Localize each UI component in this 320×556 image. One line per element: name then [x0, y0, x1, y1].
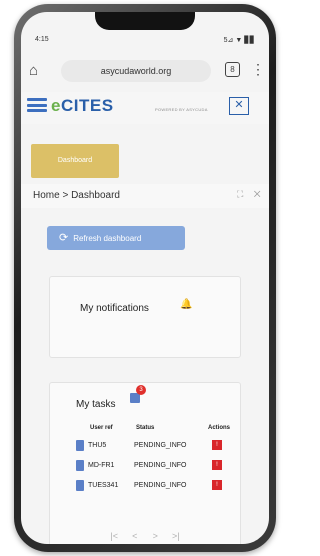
document-icon [76, 480, 84, 491]
logo-subtitle: POWERED BY ASYCUDA [155, 107, 208, 112]
table-row[interactable]: THU5 PENDING_INFO ! [76, 439, 240, 453]
pagination: |< < > >| [50, 531, 240, 541]
breadcrumb[interactable]: Home > Dashboard [33, 190, 120, 201]
table-row[interactable]: TUES341 PENDING_INFO ! [76, 479, 240, 493]
close-icon[interactable]: ✕ [229, 97, 249, 115]
dashboard-button[interactable]: Dashboard [31, 144, 119, 178]
task-status: PENDING_INFO [134, 482, 187, 489]
tasks-card: My tasks 3 User ref Status Actions THU5 … [49, 382, 241, 544]
bell-icon[interactable]: 🔔 [180, 299, 192, 310]
notifications-card: My notifications 🔔 [49, 276, 241, 358]
browser-toolbar: ⌂ asycudaworld.org 8 ⋮ [21, 58, 269, 84]
ecites-logo: eCITES [51, 96, 114, 115]
task-status: PENDING_INFO [134, 462, 187, 469]
status-time: 4:15 [35, 36, 49, 43]
column-user-ref: User ref [90, 425, 113, 431]
browser-menu-icon[interactable]: ⋮ [251, 61, 265, 78]
prev-page-button[interactable]: < [126, 531, 144, 541]
document-icon [76, 440, 84, 451]
refresh-dashboard-button[interactable]: ⟳ Refresh dashboard [47, 226, 185, 250]
action-icon[interactable]: ! [212, 460, 222, 470]
first-page-button[interactable]: |< [105, 531, 123, 541]
refresh-label: Refresh dashboard [73, 234, 142, 243]
app-header: eCITES POWERED BY ASYCUDA ✕ [21, 92, 269, 124]
tasks-count-badge: 3 [136, 385, 146, 395]
status-bar: 4:15 5⊿ ▼ ▊▊ [21, 36, 269, 48]
breadcrumb-bar: Home > Dashboard ⛶ ✕ [21, 184, 269, 208]
tasks-table-header: User ref Status Actions [90, 425, 240, 435]
task-status: PENDING_INFO [134, 442, 187, 449]
phone-screen: 4:15 5⊿ ▼ ▊▊ ⌂ asycudaworld.org 8 ⋮ eCIT… [21, 12, 269, 544]
task-ref: THU5 [88, 442, 107, 449]
task-ref: TUES341 [88, 482, 119, 489]
home-icon[interactable]: ⌂ [29, 62, 38, 79]
action-icon[interactable]: ! [212, 440, 222, 450]
panel-tools-icons[interactable]: ⛶ ✕ [237, 189, 265, 200]
column-status: Status [136, 425, 155, 431]
task-ref: MD-FR1 [88, 462, 115, 469]
last-page-button[interactable]: >| [167, 531, 185, 541]
tasks-title: My tasks [76, 399, 116, 410]
next-page-button[interactable]: > [146, 531, 164, 541]
address-bar[interactable]: asycudaworld.org [61, 60, 211, 82]
action-icon[interactable]: ! [212, 480, 222, 490]
camera-notch [95, 12, 195, 30]
table-row[interactable]: MD-FR1 PENDING_INFO ! [76, 459, 240, 473]
notifications-title: My notifications [80, 303, 149, 314]
status-icons: 5⊿ ▼ ▊▊ [223, 37, 255, 44]
hamburger-menu-icon[interactable] [27, 98, 47, 112]
column-actions: Actions [208, 425, 231, 431]
document-icon [76, 460, 84, 471]
refresh-icon: ⟳ [59, 232, 69, 244]
tabs-count-icon[interactable]: 8 [225, 62, 240, 77]
